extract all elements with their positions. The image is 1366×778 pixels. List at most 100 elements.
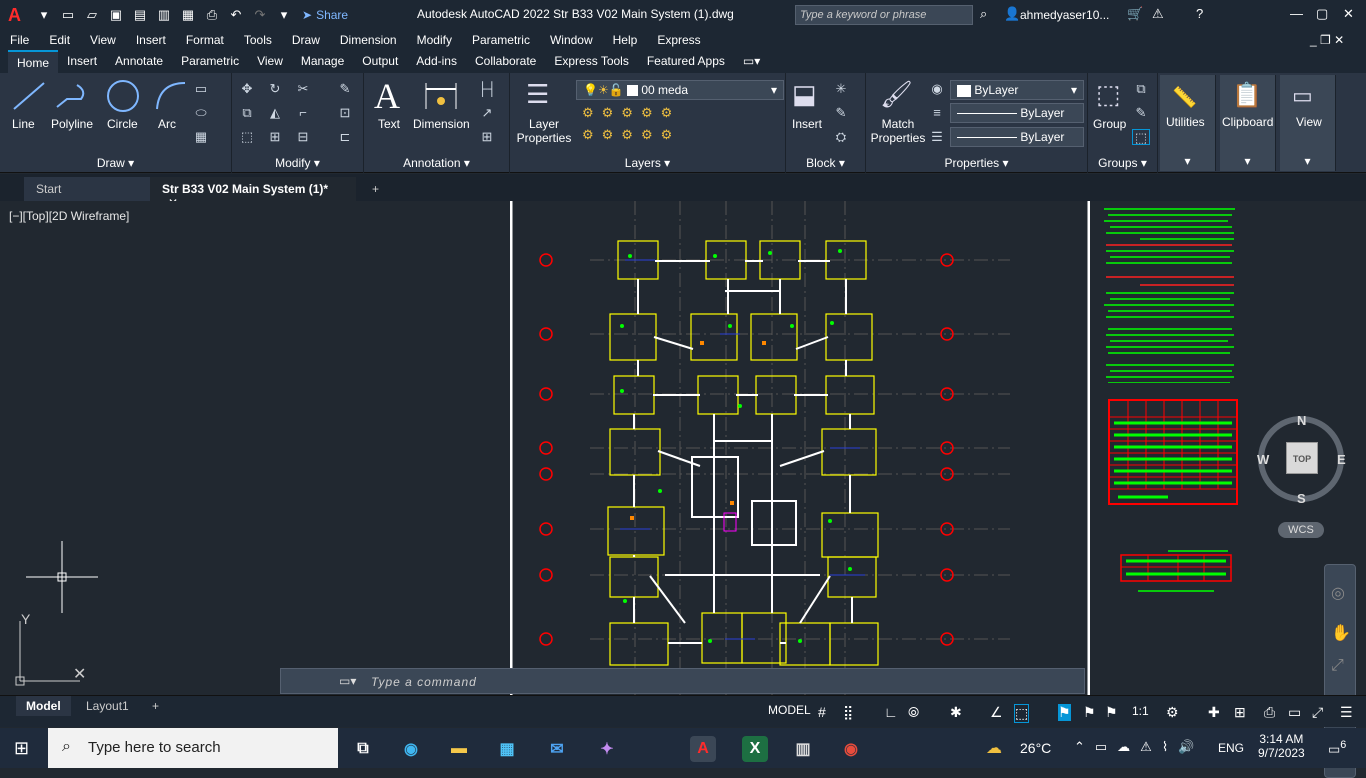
compass-east[interactable]: E bbox=[1337, 452, 1346, 467]
customization-icon[interactable]: ☰ bbox=[1340, 704, 1353, 721]
annotation-scale-value[interactable]: 1:1 bbox=[1132, 704, 1149, 718]
scale-icon[interactable]: ⊞ bbox=[266, 129, 284, 145]
save-as-icon[interactable]: ▤ bbox=[130, 6, 150, 24]
mail-icon[interactable]: ✉ bbox=[544, 736, 570, 762]
mirror-icon[interactable]: ◭ bbox=[266, 105, 284, 121]
autocad-taskbar-icon[interactable]: A bbox=[690, 736, 716, 762]
lineweight-dropdown[interactable]: ByLayer bbox=[950, 103, 1084, 123]
layer-tool-icons-row1[interactable]: ⚙⚙⚙⚙⚙ bbox=[582, 105, 680, 121]
modify-panel-label[interactable]: Modify ▾ bbox=[232, 156, 363, 170]
add-layout-plus-icon[interactable]: + bbox=[142, 696, 169, 716]
polyline-button[interactable]: Polyline bbox=[51, 117, 93, 131]
wcs-menu[interactable]: WCS bbox=[1278, 522, 1324, 538]
search-icon[interactable]: ⌕ bbox=[980, 6, 987, 22]
layer-dropdown[interactable]: 💡☀🔓 00 meda ▾ bbox=[576, 80, 784, 100]
connect-icon[interactable]: ⚠ bbox=[1152, 6, 1164, 22]
properties-panel-label[interactable]: Properties ▾ bbox=[866, 156, 1087, 170]
ortho-icon[interactable]: ∟ bbox=[884, 704, 898, 720]
layer-properties-button[interactable]: Layer Properties bbox=[516, 117, 572, 145]
menu-express[interactable]: Express bbox=[647, 33, 710, 47]
draw-panel-label[interactable]: Draw ▾ bbox=[0, 156, 231, 170]
doc-minimize-icon[interactable]: _ ❐ ✕ bbox=[1310, 33, 1344, 47]
compass-north[interactable]: N bbox=[1297, 413, 1306, 428]
layers-panel-label[interactable]: Layers ▾ bbox=[510, 156, 785, 170]
customize-toolbar-icon[interactable]: ▾ bbox=[274, 6, 294, 24]
redo-icon[interactable]: ↷ bbox=[250, 6, 270, 24]
maximize-icon[interactable]: ▢ bbox=[1316, 6, 1328, 22]
table-icon[interactable]: ⊞ bbox=[478, 129, 496, 145]
auto-scale-icon[interactable]: ⚑ bbox=[1083, 704, 1096, 721]
ellipse-icon[interactable]: ⬭ bbox=[192, 105, 210, 121]
new-file-icon[interactable]: ▭ bbox=[58, 6, 78, 24]
zoom-extents-icon[interactable]: ⤢ bbox=[1331, 657, 1344, 675]
ribbon-options-icon[interactable]: ▭▾ bbox=[734, 50, 769, 73]
tab-collaborate[interactable]: Collaborate bbox=[466, 50, 545, 73]
compass-south[interactable]: S bbox=[1297, 491, 1306, 506]
tab-express-tools[interactable]: Express Tools bbox=[545, 50, 637, 73]
tab-output[interactable]: Output bbox=[353, 50, 407, 73]
tab-view[interactable]: View bbox=[248, 50, 292, 73]
command-line[interactable]: ▭▾ Type a command bbox=[280, 668, 1085, 694]
trim-icon[interactable]: ✂ bbox=[294, 81, 312, 97]
group-edit-icon[interactable]: ✎ bbox=[1132, 105, 1150, 121]
rotate-icon[interactable]: ↻ bbox=[266, 81, 284, 97]
plus-icon[interactable]: ✚ bbox=[1208, 704, 1220, 721]
weather-icon[interactable]: ☁ bbox=[986, 738, 1002, 758]
language-indicator[interactable]: ENG bbox=[1218, 741, 1244, 755]
clock[interactable]: 3:14 AM 9/7/2023 bbox=[1258, 732, 1305, 760]
copy-icon[interactable]: ⧉ bbox=[238, 105, 256, 121]
model-space-toggle[interactable]: MODEL bbox=[768, 703, 811, 717]
menu-modify[interactable]: Modify bbox=[407, 33, 462, 47]
stretch-icon[interactable]: ⬚ bbox=[238, 129, 256, 145]
save-icon[interactable]: ▣ bbox=[106, 6, 126, 24]
utilities-panel[interactable]: 📏 Utilities ▾ bbox=[1160, 75, 1216, 171]
new-tab-plus-icon[interactable]: + bbox=[360, 177, 391, 201]
annotation-panel-label[interactable]: Annotation ▾ bbox=[364, 156, 509, 170]
tab-addins[interactable]: Add-ins bbox=[407, 50, 466, 73]
block-attributes-icon[interactable]: ⛭ bbox=[832, 129, 850, 145]
menu-edit[interactable]: Edit bbox=[39, 33, 80, 47]
circle-button[interactable]: Circle bbox=[107, 117, 138, 131]
layout1-tab[interactable]: Layout1 bbox=[76, 696, 139, 716]
offset-icon[interactable]: ⊏ bbox=[336, 129, 354, 145]
viewcube-top-face[interactable]: TOP bbox=[1286, 442, 1318, 474]
rectangle-icon[interactable]: ▭ bbox=[192, 81, 210, 97]
pan-icon[interactable]: ✋ bbox=[1331, 623, 1351, 643]
open-web-icon[interactable]: ▥ bbox=[154, 6, 174, 24]
object-snap-icon[interactable]: ⬚ bbox=[1014, 704, 1030, 723]
object-snap-tracking-icon[interactable]: ∠ bbox=[990, 704, 1003, 721]
menu-insert[interactable]: Insert bbox=[126, 33, 176, 47]
snap-icon[interactable]: ⣿ bbox=[843, 704, 853, 721]
print-icon[interactable]: ⎙ bbox=[202, 6, 222, 24]
app-icon[interactable]: ▥ bbox=[790, 736, 816, 762]
menu-parametric[interactable]: Parametric bbox=[462, 33, 540, 47]
edit-block-icon[interactable]: ✎ bbox=[832, 105, 850, 121]
groups-panel-label[interactable]: Groups ▾ bbox=[1088, 156, 1157, 170]
tab-parametric[interactable]: Parametric bbox=[172, 50, 248, 73]
help-search-input[interactable]: Type a keyword or phrase bbox=[795, 5, 973, 25]
chrome-icon[interactable]: ◉ bbox=[838, 736, 864, 762]
viewcube[interactable]: TOP bbox=[1258, 416, 1344, 502]
menu-view[interactable]: View bbox=[80, 33, 126, 47]
tab-insert[interactable]: Insert bbox=[58, 50, 106, 73]
create-block-icon[interactable]: ✳ bbox=[832, 81, 850, 97]
menu-format[interactable]: Format bbox=[176, 33, 234, 47]
color-dropdown[interactable]: ByLayer ▾ bbox=[950, 80, 1084, 100]
array-icon[interactable]: ⊟ bbox=[294, 129, 312, 145]
linear-dim-icon[interactable]: ├┤ bbox=[478, 81, 496, 97]
menu-file[interactable]: File bbox=[0, 33, 39, 47]
tab-annotate[interactable]: Annotate bbox=[106, 50, 172, 73]
explode-icon[interactable]: ⊡ bbox=[336, 105, 354, 121]
user-icon[interactable]: 👤 bbox=[1004, 6, 1020, 22]
command-prompt-icon[interactable]: ▭▾ bbox=[339, 674, 356, 688]
move-icon[interactable]: ✥ bbox=[238, 81, 256, 97]
view-panel[interactable]: ▭ View ▾ bbox=[1280, 75, 1336, 171]
drawing-tab[interactable]: Str B33 V02 Main System (1)* ✕ bbox=[150, 177, 356, 210]
arc-button[interactable]: Arc bbox=[158, 117, 176, 131]
windows-start-icon[interactable]: ⊞ bbox=[14, 738, 29, 759]
store-icon[interactable]: ▦ bbox=[494, 736, 520, 762]
steering-wheel-icon[interactable]: ◎ bbox=[1331, 583, 1345, 603]
autocad-logo-icon[interactable]: A bbox=[8, 4, 30, 26]
edge-icon[interactable]: ◉ bbox=[398, 736, 424, 762]
taskbar-search[interactable]: ⌕ Type here to search bbox=[48, 728, 338, 768]
